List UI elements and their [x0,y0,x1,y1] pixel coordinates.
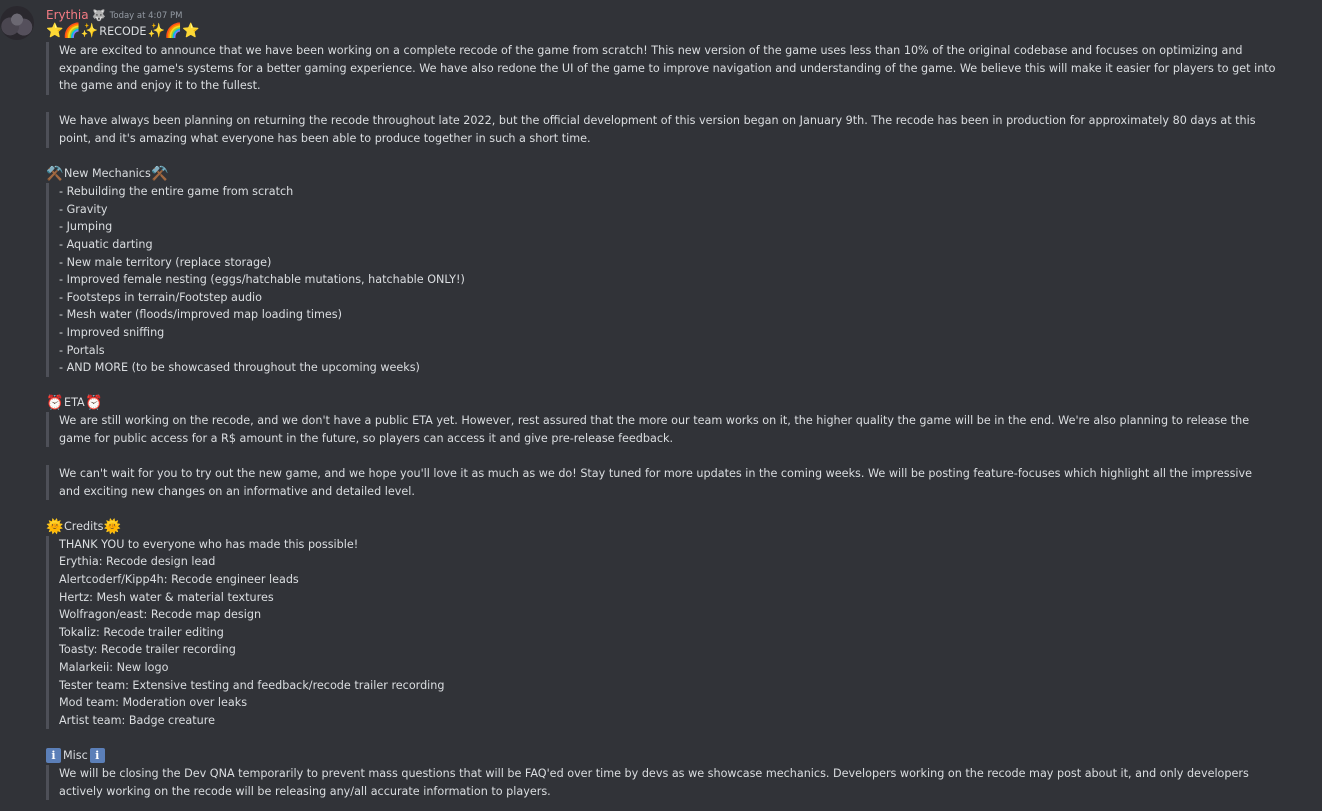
list-item: Alertcoderf/Kipp4h: Recode engineer lead… [59,573,299,587]
list-item: Tokaliz: Recode trailer editing [59,625,224,639]
list-item: Wolfragon/east: Recode map design [59,608,262,622]
misc-quote: We will be closing the Dev QNA temporari… [46,764,1276,801]
list-item: Mod team: Moderation over leaks [59,696,248,710]
star-rainbow-sparkles-icon: ⭐🌈✨ [46,22,99,39]
list-item: - Improved female nesting (eggs/hatchabl… [59,273,465,287]
list-item: Tester team: Extensive testing and feedb… [59,678,445,692]
list-item: - Aquatic darting [59,237,153,251]
mechanics-heading: ⚒️ New Mechanics ⚒️ [46,165,1276,183]
eta-quote: We are still working on the recode, and … [46,412,1276,448]
message-content: ⭐🌈✨ RECODE ✨🌈⭐ We are excited to announc… [46,21,1276,801]
mechanics-heading-text: New Mechanics [64,167,151,181]
alarm-clock-icon: ⏰ [84,395,103,412]
misc-heading: i Misc i [46,747,1276,765]
eta-heading: ⏰ ETA ⏰ [46,394,1276,412]
list-item: THANK YOU to everyone who has made this … [59,537,359,551]
credits-list: THANK YOU to everyone who has made this … [46,535,1276,730]
mechanics-list: - Rebuilding the entire game from scratc… [46,183,1276,377]
wolf-badge-icon[interactable]: 🐺 [92,9,106,22]
sun-icon: 🌞 [46,518,64,535]
eta-paragraph: We are still working on the recode, and … [59,414,1250,445]
list-item: - Footsteps in terrain/Footstep audio [59,290,263,304]
list-item: Toasty: Recode trailer recording [59,643,236,657]
chat-message: Erythia 🐺 Today at 4:07 PM ⭐🌈✨ RECODE ✨🌈… [0,0,1322,811]
list-item: Hertz: Mesh water & material textures [59,590,274,604]
alarm-clock-icon: ⏰ [46,395,64,412]
credits-heading: 🌞 Credits 🌞 [46,518,1276,536]
information-icon: i [89,748,105,764]
intro-paragraph: We are excited to announce that we have … [59,44,1276,93]
sun-icon: 🌞 [103,518,122,535]
credits-heading-text: Credits [64,520,104,534]
misc-paragraph: We will be closing the Dev QNA temporari… [59,766,1249,798]
misc-heading-text: Misc [63,749,88,763]
author-name[interactable]: Erythia [46,8,89,22]
avatar[interactable] [0,6,34,40]
list-item: - Gravity [59,202,108,216]
hammer-pick-icon: ⚒️ [46,166,64,183]
closing-quote: We can't wait for you to try out the new… [46,465,1276,501]
list-item: - Rebuilding the entire game from scratc… [59,185,294,199]
list-item: - AND MORE (to be showcased throughout t… [59,361,420,375]
title-text: RECODE [99,24,147,38]
list-item: Erythia: Recode design lead [59,555,216,569]
hammer-pick-icon: ⚒️ [151,166,169,183]
list-item: - Portals [59,343,105,357]
list-item: Malarkeii: New logo [59,661,169,674]
closing-paragraph: We can't wait for you to try out the new… [59,467,1253,498]
timeline-paragraph: We have always been planning on returnin… [59,114,1256,145]
timeline-quote: We have always been planning on returnin… [46,112,1276,148]
announcement-title: ⭐🌈✨ RECODE ✨🌈⭐ [46,21,1276,42]
list-item: - Mesh water (floods/improved map loadin… [59,308,342,322]
information-icon: i [46,748,61,764]
intro-quote: We are excited to announce that we have … [46,42,1276,95]
message-timestamp[interactable]: Today at 4:07 PM [110,11,183,21]
list-item: - Improved sniffing [59,325,165,339]
sparkles-rainbow-star-icon: ✨🌈⭐ [147,22,200,39]
list-item: - New male territory (replace storage) [59,255,272,269]
list-item: - Jumping [59,220,113,234]
list-item: Artist team: Badge creature [59,713,215,727]
eta-heading-text: ETA [64,396,85,410]
